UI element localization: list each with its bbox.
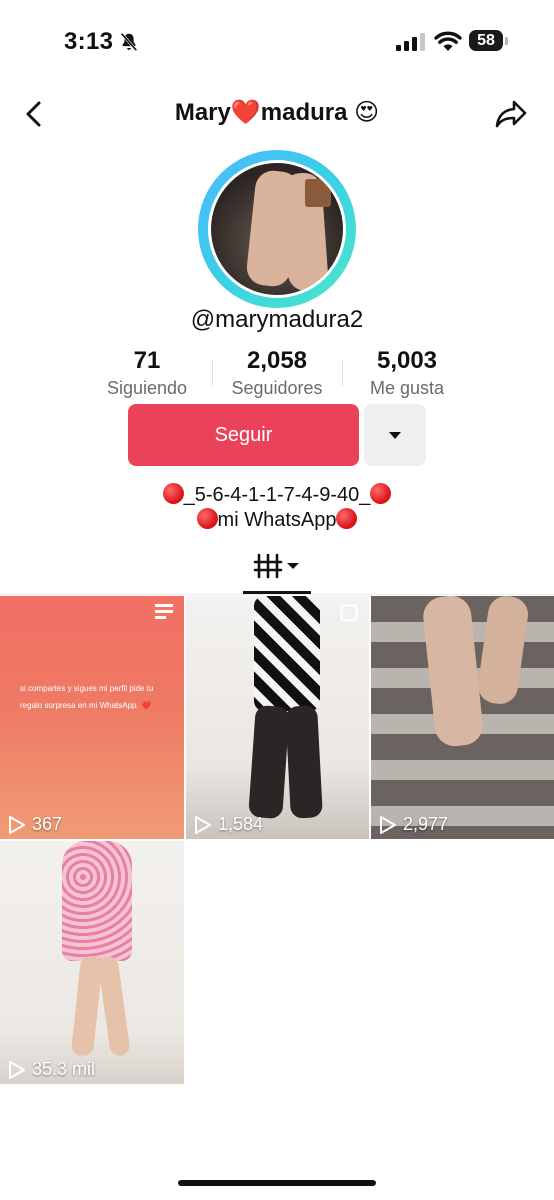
home-indicator[interactable]: [178, 1180, 376, 1186]
red-circle-icon: [196, 508, 218, 529]
play-icon: [9, 1060, 25, 1079]
videos-tab-icon[interactable]: [243, 548, 309, 594]
view-count-value: 2,977: [403, 814, 449, 834]
likes-count: 5,003: [376, 347, 438, 374]
bio-text-1: _5-6-4-1-1-7-4-9-40_: [183, 484, 371, 506]
stat-divider: [212, 360, 213, 386]
following-count: 71: [133, 347, 161, 374]
video-tile[interactable]: si compartes y sigues mi perfil pide tu …: [0, 596, 184, 839]
red-circle-icon: [370, 483, 392, 504]
likes-label: Me gusta: [369, 378, 445, 398]
share-button[interactable]: [494, 98, 528, 130]
red-circle-icon: [162, 483, 184, 504]
tabs-border: [0, 594, 554, 595]
bio-line-1: _5-6-4-1-1-7-4-9-40_: [0, 482, 554, 508]
followers-label: Seguidores: [231, 378, 323, 398]
view-count-value: 35.3 mil: [32, 1059, 96, 1079]
bio-text-2: mi WhatsApp: [217, 509, 337, 531]
caret-down-icon: [389, 432, 401, 439]
followers-count: 2,058: [246, 347, 308, 374]
following-label: Siguiendo: [106, 378, 188, 398]
list-icon: [155, 604, 173, 619]
profile-title: Mary❤️madura 😍: [174, 99, 380, 126]
battery-cap: [505, 37, 508, 45]
view-count-value: 1,584: [218, 814, 264, 834]
username: @marymadura2: [190, 306, 364, 333]
video-tile[interactable]: 35.3 mil: [0, 841, 184, 1084]
status-time: 3:13: [64, 28, 114, 55]
bell-muted-icon: [120, 32, 138, 52]
view-count: 1,584: [194, 814, 263, 835]
avatar[interactable]: [208, 160, 346, 298]
bio-line-2: mi WhatsApp: [0, 507, 554, 533]
video-tile[interactable]: 1,584: [186, 596, 369, 839]
status-bar: 3:13 58: [0, 0, 554, 80]
video-tile[interactable]: 2,977: [371, 596, 554, 839]
suggested-accounts-button[interactable]: [364, 404, 426, 466]
cellular-signal-icon: [396, 33, 425, 51]
view-count-value: 367: [32, 814, 63, 834]
stat-followers[interactable]: 2,058 Seguidores: [214, 347, 340, 401]
play-icon: [9, 815, 25, 834]
red-circle-icon: [336, 508, 358, 529]
play-icon: [195, 815, 211, 834]
avatar-ring[interactable]: [198, 150, 356, 308]
battery-level: 58: [469, 30, 503, 51]
stat-divider: [342, 360, 343, 386]
view-count: 35.3 mil: [8, 1059, 95, 1080]
view-count: 2,977: [379, 814, 448, 835]
battery-icon: 58: [469, 30, 509, 52]
wifi-icon: [434, 31, 462, 51]
view-count: 367: [8, 814, 62, 835]
select-square-icon: [340, 604, 358, 622]
video-caption: si compartes y sigues mi perfil pide tu …: [20, 684, 154, 710]
play-icon: [380, 815, 396, 834]
follow-button[interactable]: Seguir: [128, 404, 359, 466]
stat-following[interactable]: 71 Siguiendo: [90, 347, 204, 401]
stat-likes: 5,003 Me gusta: [350, 347, 464, 401]
